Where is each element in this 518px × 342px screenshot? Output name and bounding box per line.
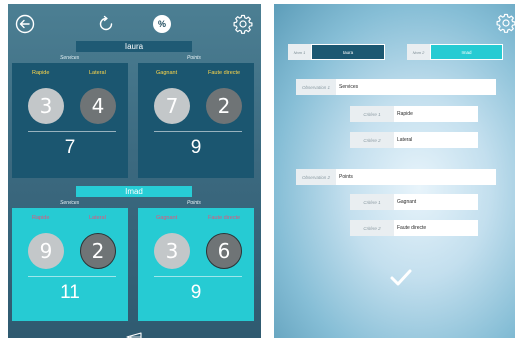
toolbar: % [8, 4, 261, 40]
gear-icon [233, 14, 253, 34]
team2-points-label: Points [187, 200, 201, 206]
score-screen: % Iaura Services Points Rapide Lateral 3… [8, 4, 261, 338]
criterion1-label: Gagnant [156, 215, 178, 221]
nom1-label: Nom 1 [288, 44, 311, 60]
team1-services-label: Services [60, 55, 80, 61]
criterion2-label: Critère 2 [350, 220, 394, 236]
criterion1-label: Critère 1 [350, 106, 394, 122]
score-counter[interactable]: 7 [154, 88, 190, 124]
observation2-criterion1-field: Critère 1 Gagnant [350, 194, 478, 210]
refresh-icon [99, 15, 113, 31]
nom1-field: Nom 1 Iaura [288, 44, 385, 60]
team2-services-label: Services [60, 200, 80, 206]
criterion1-input[interactable]: Gagnant [394, 194, 478, 210]
score-counter[interactable]: 9 [28, 233, 64, 269]
team2-services-card: Rapide Lateral 9 2 11 [12, 208, 128, 321]
nom2-label: Nom 2 [407, 44, 430, 60]
divider [28, 131, 116, 132]
nom1-input[interactable]: Iaura [311, 44, 385, 60]
criterion2-input[interactable]: Faute directe [394, 220, 478, 236]
divider [154, 276, 242, 277]
criterion2-label: Critère 2 [350, 132, 394, 148]
score-counter[interactable]: 3 [28, 88, 64, 124]
refresh-button[interactable] [95, 13, 117, 35]
checkmark-icon [390, 269, 412, 286]
criterion1-label: Rapide [32, 215, 50, 221]
observation2-field: Observation 2 Points [296, 169, 496, 185]
divider [154, 131, 242, 132]
criterion2-input[interactable]: Lateral [394, 132, 478, 148]
observation1-criterion1-field: Critère 1 Rapide [350, 106, 478, 122]
team2-name-bar: Imad [76, 186, 192, 197]
settings-button[interactable] [232, 13, 254, 35]
nav-back-button[interactable] [125, 329, 143, 338]
criterion1-label: Critère 1 [350, 194, 394, 210]
observation1-input[interactable]: Services [336, 79, 496, 95]
observation1-criterion2-field: Critère 2 Lateral [350, 132, 478, 148]
observation2-label: Observation 2 [296, 169, 336, 185]
confirm-button[interactable] [389, 268, 413, 288]
score-counter[interactable]: 2 [206, 88, 242, 124]
circle-arrow-left-icon [15, 14, 35, 34]
back-button[interactable] [14, 13, 36, 35]
score-counter[interactable]: 3 [154, 233, 190, 269]
criterion2-label: Lateral [89, 215, 106, 221]
criterion1-label: Rapide [32, 70, 50, 76]
back-triangle-icon [126, 332, 142, 338]
total-score: 9 [190, 137, 202, 158]
gear-icon [496, 13, 515, 33]
observation2-input[interactable]: Points [336, 169, 496, 185]
criterion2-label: Faute directe [208, 215, 241, 221]
criterion1-input[interactable]: Rapide [394, 106, 478, 122]
team1-points-label: Points [187, 55, 201, 61]
total-score: 11 [60, 282, 80, 303]
observation2-criterion2-field: Critère 2 Faute directe [350, 220, 478, 236]
score-counter[interactable]: 2 [80, 233, 116, 269]
divider [28, 276, 116, 277]
nom2-input[interactable]: Imad [430, 44, 503, 60]
team1-points-card: Gagnant Faute directe 7 2 9 [138, 63, 254, 178]
total-score: 7 [64, 137, 76, 158]
team1-services-card: Rapide Lateral 3 4 7 [12, 63, 128, 178]
criterion2-label: Lateral [89, 70, 106, 76]
team1-name-bar: Iaura [76, 41, 192, 52]
criterion2-label: Faute directe [208, 70, 241, 76]
percentage-toggle[interactable]: % [153, 15, 171, 33]
observation1-field: Observation 1 Services [296, 79, 496, 95]
nom2-field: Nom 2 Imad [407, 44, 503, 60]
team2-points-card: Gagnant Faute directe 3 6 9 [138, 208, 254, 321]
settings-button[interactable] [496, 13, 515, 33]
settings-screen: Nom 1 Iaura Nom 2 Imad Observation 1 Ser… [274, 4, 515, 338]
total-score: 9 [190, 282, 202, 303]
score-counter[interactable]: 4 [80, 88, 116, 124]
criterion1-label: Gagnant [156, 70, 178, 76]
score-counter[interactable]: 6 [206, 233, 242, 269]
observation1-label: Observation 1 [296, 79, 336, 95]
